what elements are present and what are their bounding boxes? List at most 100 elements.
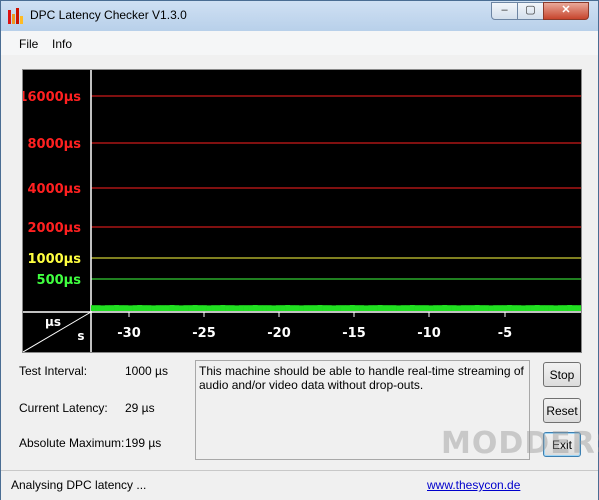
y-axis-label: 8000µs [28,137,82,152]
latency-bar [557,305,563,311]
latency-bar [502,305,508,311]
axis-unit-s: s [77,329,84,343]
latency-bar [285,305,291,311]
latency-bar [507,305,512,311]
latency-bar [280,305,286,311]
latency-bar [372,305,378,311]
latency-bar [571,305,577,311]
latency-bar [377,305,383,311]
latency-bar [331,305,337,311]
latency-bar [211,305,217,311]
latency-bar [118,305,124,311]
latency-bar [243,305,249,311]
latency-bar [349,305,355,311]
latency-bar [109,305,115,311]
latency-bar [470,305,475,311]
latency-bar [340,305,346,311]
latency-bar [386,305,392,311]
x-tick-label: -30 [117,326,141,341]
latency-bar [391,305,397,311]
latency-bar [345,305,351,311]
latency-bar [104,305,110,311]
latency-bar [562,305,568,311]
latency-bar [437,305,443,311]
latency-bar [354,305,360,311]
latency-bar [169,305,175,311]
latency-bar [160,305,166,311]
close-button[interactable]: ✕ [543,2,589,20]
latency-bar [146,305,152,311]
latency-bar [299,305,304,311]
x-tick-label: -25 [192,326,216,341]
watermark-logo: MODDERS [441,426,599,461]
latency-bar [91,305,96,311]
latency-bar [400,305,406,311]
latency-bar [511,305,517,311]
latency-bar [544,305,549,311]
latency-bar [317,305,323,311]
reset-button[interactable]: Reset [543,398,581,423]
website-link[interactable]: www.thesycon.de [427,478,520,492]
latency-bar [479,305,485,311]
latency-bar [266,305,272,311]
minimize-button[interactable]: – [491,2,518,20]
axis-unit-us: µs [45,315,61,329]
latency-bar [326,305,332,311]
current-latency-value: 29 µs [125,401,155,415]
latency-bar [252,305,258,311]
menu-info[interactable]: Info [52,37,72,51]
latency-bar [174,305,180,311]
latency-bar [460,305,466,311]
latency-bar [497,305,503,311]
latency-bar [229,305,235,311]
maximize-button[interactable]: ▢ [517,2,544,20]
latency-bar [520,305,526,311]
latency-bar [308,305,314,311]
latency-bar [567,305,573,311]
latency-bar [220,305,226,311]
latency-bar [516,305,522,311]
latency-bar [428,305,434,311]
latency-bar [474,305,480,311]
x-tick-label: -5 [498,326,512,341]
latency-bar [234,305,240,311]
latency-bar [483,305,489,311]
y-axis-label: 500µs [37,273,82,288]
latency-bar [409,305,415,311]
window-title: DPC Latency Checker V1.3.0 [30,8,187,22]
app-window: DPC Latency Checker V1.3.0 – ▢ ✕ File In… [0,0,599,500]
latency-bar [493,305,499,311]
latency-bar [137,305,143,311]
latency-bar [368,305,374,311]
status-text: Analysing DPC latency ... [11,478,147,492]
latency-bar [192,305,198,311]
status-bar: Analysing DPC latency ... www.thesycon.d… [1,470,598,500]
latency-bar [456,305,462,311]
latency-bar [183,305,189,311]
x-tick-label: -10 [417,326,441,341]
latency-bar [525,305,531,311]
latency-bar [132,305,138,311]
x-tick-label: -20 [267,326,291,341]
latency-bar [322,305,328,311]
latency-bar [275,305,281,311]
latency-bar [433,305,438,311]
x-tick-label: -15 [342,326,366,341]
latency-bar [294,305,300,311]
latency-bar [534,305,540,311]
latency-bar [178,305,184,311]
latency-bar [271,305,277,311]
absolute-max-label: Absolute Maximum: [19,436,125,450]
test-interval-value: 1000 µs [125,364,168,378]
latency-bar [359,305,365,311]
latency-bar [465,305,471,311]
title-bar[interactable]: DPC Latency Checker V1.3.0 – ▢ ✕ [1,1,598,31]
y-axis-label: 2000µs [28,221,82,236]
stop-button[interactable]: Stop [543,362,581,387]
latency-bar [197,305,203,311]
latency-bar [363,305,369,311]
menu-file[interactable]: File [19,37,38,51]
latency-bar [215,305,221,311]
latency-bar [423,305,429,311]
latency-bar [382,305,388,311]
